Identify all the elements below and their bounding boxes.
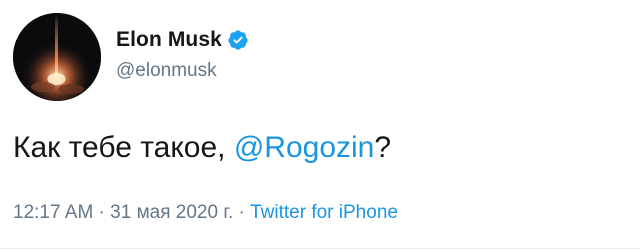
tweet-text-after: ? bbox=[374, 131, 392, 164]
author-handle[interactable]: @elonmusk bbox=[116, 60, 217, 82]
tweet-text-before: Как тебе такое, bbox=[13, 131, 234, 164]
tweet-date[interactable]: 31 мая 2020 г. bbox=[110, 202, 233, 223]
mention-link[interactable]: @Rogozin bbox=[234, 131, 375, 164]
tweet-time[interactable]: 12:17 AM bbox=[13, 202, 93, 223]
tweet-meta: 12:17 AM · 31 мая 2020 г. · Twitter for … bbox=[13, 202, 398, 224]
author-display-name[interactable]: Elon Musk bbox=[116, 28, 222, 52]
tweet-source-link[interactable]: Twitter for iPhone bbox=[250, 202, 398, 223]
meta-separator: · bbox=[93, 202, 111, 223]
tweet-text: Как тебе такое, @Rogozin? bbox=[13, 131, 391, 165]
verified-badge-icon bbox=[227, 29, 249, 51]
author-name-row: Elon Musk bbox=[116, 27, 249, 53]
avatar[interactable] bbox=[13, 13, 101, 101]
tweet-card: Elon Musk @elonmusk Как тебе такое, @Rog… bbox=[0, 0, 640, 249]
meta-separator: · bbox=[233, 202, 251, 223]
rocket-launch-image bbox=[13, 13, 101, 101]
